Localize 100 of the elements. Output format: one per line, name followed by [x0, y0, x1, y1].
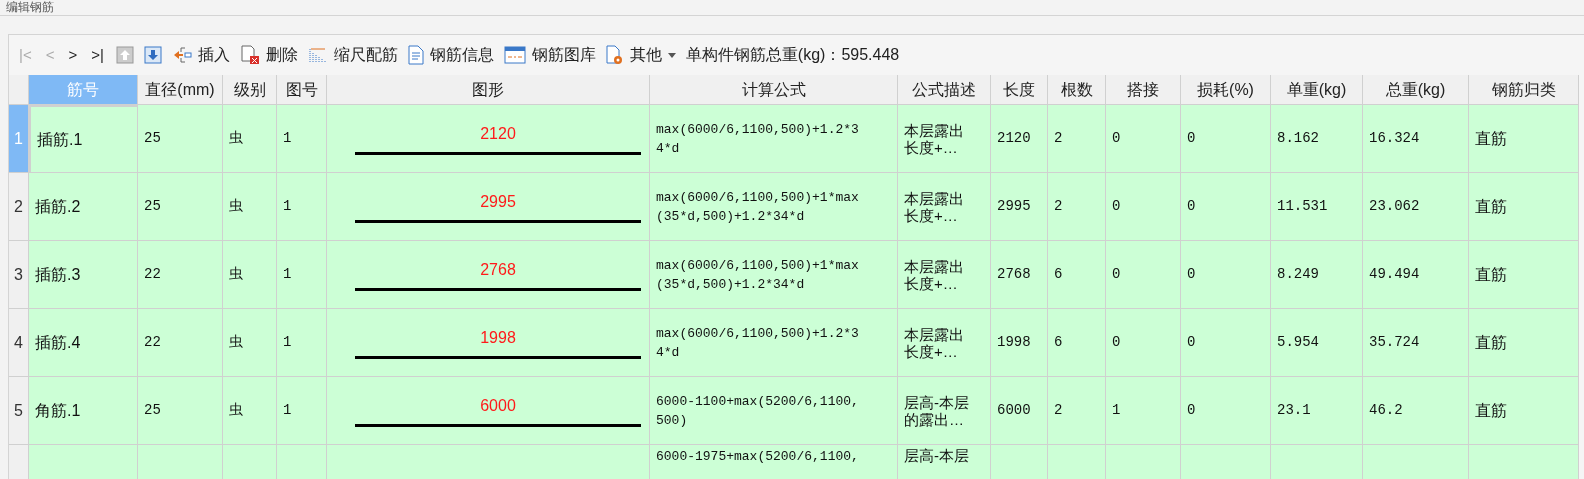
table-cell-text: max(6000/6,1100,500)+1*max(35*d,500)+1.2*34*d [656, 188, 860, 226]
rebar-shape-drawing: 1998 [355, 326, 641, 359]
table-cell-text: 直筋 [1475, 128, 1507, 149]
table-cell-text: 1 [283, 333, 292, 352]
nav-button[interactable]: >| [89, 43, 106, 67]
column-header[interactable]: 搭接 [1106, 75, 1181, 105]
table-cell-text: 49.494 [1369, 265, 1420, 284]
rebar-shape-drawing: 2120 [355, 122, 641, 155]
table-cell-text: 6 [1054, 265, 1063, 284]
table-cell-text: 本层露出长度+… [904, 121, 965, 156]
table-cell-text: 35.724 [1369, 333, 1420, 352]
table-cell-text: 2 [1054, 197, 1063, 216]
table-cell-text: 23.062 [1369, 197, 1420, 216]
toolbar-button[interactable]: 钢筋图库 [503, 43, 596, 67]
table-cell-text: 2995 [997, 197, 1031, 216]
table-cell-text: max(6000/6,1100,500)+1.2*34*d [656, 324, 860, 362]
move-button[interactable] [143, 46, 162, 64]
column-header[interactable]: 总重(kg) [1363, 75, 1469, 105]
document-gear-icon [605, 45, 624, 65]
delete-icon [239, 45, 260, 65]
table-cell-text: max(6000/6,1100,500)+1*max(35*d,500)+1.2*34*d [656, 256, 860, 294]
column-header[interactable]: 损耗(%) [1181, 75, 1271, 105]
table-cell-text: 插筋.4 [35, 332, 81, 353]
table-cell-text: 25 [144, 401, 161, 420]
table-cell-text: 0 [1112, 333, 1121, 352]
row-header[interactable]: 4 [9, 309, 29, 377]
table-cell-text: 22 [144, 265, 161, 284]
table-cell-text: 6000-1100+max(5200/6,1100,500) [656, 392, 860, 430]
grade-symbol: 虫 [229, 401, 243, 420]
column-header[interactable]: 级别 [223, 75, 277, 105]
toolbar-button[interactable]: 缩尺配筋 [307, 43, 398, 67]
grade-symbol: 虫 [229, 333, 243, 352]
table-cell-text: 2 [1054, 129, 1063, 148]
row-header[interactable]: 3 [9, 241, 29, 309]
nav-button[interactable]: > [66, 43, 80, 67]
column-header[interactable]: 长度 [991, 75, 1048, 105]
table-cell-text: 2768 [997, 265, 1031, 284]
table-cell-text: 25 [144, 197, 161, 216]
window-title: 编辑钢筋 [6, 0, 54, 14]
row-header[interactable]: 2 [9, 173, 29, 241]
table-cell-text: 0 [1187, 265, 1196, 284]
column-header[interactable]: 图号 [277, 75, 327, 105]
ruler-icon [307, 46, 328, 64]
dropdown-caret-icon [667, 52, 676, 58]
table-cell-text: 1 [283, 401, 292, 420]
grade-symbol: 虫 [229, 265, 243, 284]
column-header[interactable]: 计算公式 [650, 75, 898, 105]
table-cell-text: 插筋.3 [35, 264, 81, 285]
column-header[interactable]: 公式描述 [898, 75, 991, 105]
table-cell-text: 0 [1112, 265, 1121, 284]
toolbar-button[interactable]: 删除 [239, 43, 298, 67]
table-cell-text: 2120 [997, 129, 1031, 148]
table-cell-text: 6000-1975+max(5200/6,1100, [656, 448, 860, 466]
table-cell-text: 1998 [997, 333, 1031, 352]
table-cell-text: 本层露出长度+… [904, 325, 965, 360]
table-cell-text: 插筋.1 [37, 129, 83, 150]
table-cell-text: 直筋 [1475, 264, 1507, 285]
table-cell-text: 23.1 [1277, 401, 1311, 420]
rebar-shape-drawing: 2768 [355, 258, 641, 291]
toolbar-button[interactable]: 其他 [605, 43, 676, 67]
table-cell-text: 直筋 [1475, 400, 1507, 421]
column-header[interactable]: 钢筋归类 [1469, 75, 1579, 105]
table-cell-text: 6000 [997, 401, 1031, 420]
table-cell-text: 0 [1187, 401, 1196, 420]
table-cell-text: 8.249 [1277, 265, 1319, 284]
row-header[interactable] [9, 445, 29, 479]
table-cell-text: 5.954 [1277, 333, 1319, 352]
column-header[interactable]: 直径(mm) [138, 75, 223, 105]
table-cell-text: 直筋 [1475, 332, 1507, 353]
toolbar-button[interactable]: 插入 [171, 43, 230, 67]
grade-symbol: 虫 [229, 197, 243, 216]
table-cell-text: 16.324 [1369, 129, 1420, 148]
table-cell-text: 25 [144, 129, 161, 148]
table-cell-text: 插筋.2 [35, 196, 81, 217]
total-weight-label: 单构件钢筋总重(kg)：595.448 [685, 45, 900, 65]
table-cell-text: 0 [1187, 129, 1196, 148]
table-cell-text: 本层露出长度+… [904, 257, 965, 292]
table-cell-text: 1 [283, 197, 292, 216]
table-cell-text: 角筋.1 [35, 400, 81, 421]
column-header[interactable]: 根数 [1048, 75, 1106, 105]
table-cell-text: 1 [283, 265, 292, 284]
table-cell-text: 0 [1187, 333, 1196, 352]
table-cell-text: 0 [1112, 129, 1121, 148]
table-cell-text: 22 [144, 333, 161, 352]
table-cell-text: 0 [1112, 197, 1121, 216]
table-cell-text: 2 [1054, 401, 1063, 420]
table-cell-text: 直筋 [1475, 196, 1507, 217]
table-cell-text: 层高-本层的露出… [904, 393, 970, 428]
table-cell-text: 0 [1187, 197, 1196, 216]
table-cell-text: 1 [1112, 401, 1121, 420]
table-cell-text: 8.162 [1277, 129, 1319, 148]
grade-symbol: 虫 [229, 129, 243, 148]
column-header[interactable]: 单重(kg) [1271, 75, 1363, 105]
table-cell-text: 6 [1054, 333, 1063, 352]
table-cell-text: 46.2 [1369, 401, 1403, 420]
toolbar-button[interactable]: 钢筋信息 [407, 43, 494, 67]
rebar-shape-drawing: 2995 [355, 190, 641, 223]
column-header[interactable]: 图形 [327, 75, 650, 105]
table-cell-text: 11.531 [1277, 197, 1328, 216]
row-header[interactable]: 5 [9, 377, 29, 445]
